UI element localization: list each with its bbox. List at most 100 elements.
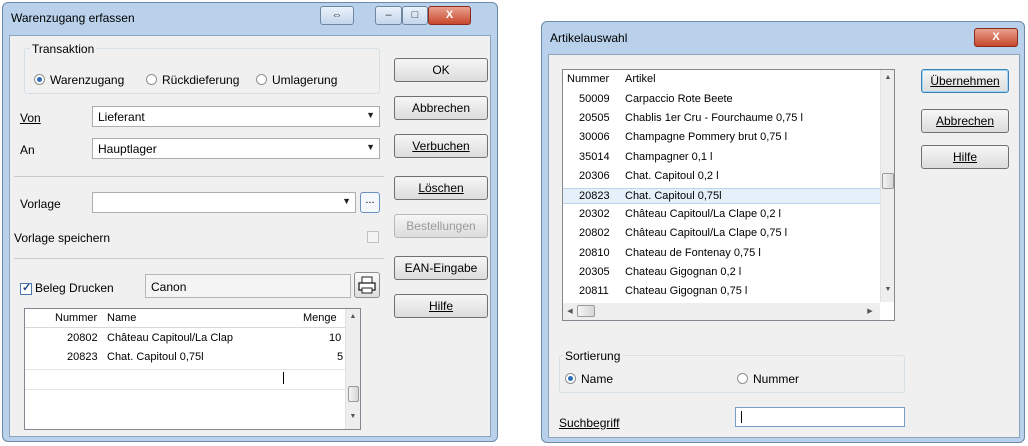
cell-menge: 10 bbox=[329, 332, 342, 344]
loeschen-button[interactable]: Löschen bbox=[394, 176, 488, 200]
scrollbar-thumb[interactable] bbox=[882, 173, 894, 189]
vorlage-dropdown[interactable]: ▼ bbox=[92, 192, 356, 213]
close-button[interactable]: X bbox=[974, 28, 1018, 47]
scroll-down-icon[interactable]: ▼ bbox=[346, 413, 360, 420]
column-header-artikel[interactable]: Artikel bbox=[625, 73, 656, 85]
positions-grid[interactable]: Nummer Name Menge 20802 Château Capitoul… bbox=[24, 308, 361, 430]
scroll-down-icon[interactable]: ▼ bbox=[881, 286, 894, 293]
cell-name: Château Capitoul/La Clap bbox=[107, 332, 233, 344]
title-bar[interactable]: Warenzugang erfassen ⇔ – □ X bbox=[3, 3, 497, 33]
artikelauswahl-window: Artikelauswahl X Nummer Artikel 50009 Car… bbox=[541, 21, 1025, 443]
new-row-divider bbox=[25, 369, 345, 370]
radio-sort-nummer-label[interactable]: Nummer bbox=[753, 372, 799, 386]
list-item[interactable]: 20306 Chat. Capitoul 0,2 l bbox=[563, 169, 880, 185]
chevron-down-icon: ▼ bbox=[366, 110, 375, 120]
column-header-menge[interactable]: Menge bbox=[303, 312, 337, 324]
vorlage-browse-button[interactable]: ... bbox=[360, 192, 380, 213]
cell-nummer: 20306 bbox=[579, 169, 610, 182]
title-bar[interactable]: Artikelauswahl X bbox=[542, 22, 1024, 52]
list-scrollbar-vertical[interactable]: ▲ ▼ bbox=[880, 70, 894, 302]
vorlage-speichern-checkbox[interactable] bbox=[367, 231, 379, 243]
an-label: An bbox=[20, 143, 35, 157]
abbrechen-button[interactable]: Abbrechen bbox=[394, 96, 488, 120]
hilfe-button[interactable]: Hilfe bbox=[394, 294, 488, 318]
close-button[interactable]: X bbox=[428, 6, 471, 25]
an-value: Hauptlager bbox=[98, 142, 157, 156]
cell-nummer: 20810 bbox=[579, 246, 610, 259]
bestellungen-button[interactable]: Bestellungen bbox=[394, 214, 488, 238]
list-item[interactable]: 35014 Champagner 0,1 l bbox=[563, 150, 880, 166]
table-row[interactable]: 20802 Château Capitoul/La Clap 10 bbox=[25, 331, 345, 347]
radio-rueckdieferung[interactable] bbox=[146, 74, 157, 85]
list-item[interactable]: 20302 Château Capitoul/La Clape 0,2 l bbox=[563, 207, 880, 223]
list-item[interactable]: 20802 Château Capitoul/La Clape 0,75 l bbox=[563, 226, 880, 242]
scroll-up-icon[interactable]: ▲ bbox=[346, 313, 360, 320]
chevron-down-icon: ▼ bbox=[366, 142, 375, 152]
cell-nummer: 20802 bbox=[67, 332, 98, 344]
column-header-nummer[interactable]: Nummer bbox=[55, 312, 97, 324]
list-item[interactable]: 20810 Chateau de Fontenay 0,75 l bbox=[563, 246, 880, 262]
suchbegriff-input[interactable] bbox=[735, 407, 905, 427]
verbuchen-button[interactable]: Verbuchen bbox=[394, 134, 488, 158]
chevron-down-icon: ▼ bbox=[342, 196, 351, 206]
uebernehmen-button[interactable]: Übernehmen bbox=[921, 69, 1009, 93]
cell-artikel: Chat. Capitoul 0,75l bbox=[625, 190, 722, 202]
cell-nummer: 20823 bbox=[67, 351, 98, 363]
cell-nummer: 35014 bbox=[579, 150, 610, 163]
radio-sort-name-label[interactable]: Name bbox=[581, 372, 613, 386]
radio-warenzugang-label[interactable]: Warenzugang bbox=[50, 73, 124, 87]
ok-button[interactable]: OK bbox=[394, 58, 488, 82]
cell-name: Chat. Capitoul 0,75l bbox=[107, 351, 204, 363]
cell-artikel: Chateau de Fontenay 0,75 l bbox=[625, 246, 761, 259]
radio-umlagerung-label[interactable]: Umlagerung bbox=[272, 73, 337, 87]
radio-sort-name[interactable] bbox=[565, 373, 576, 384]
maximize-button[interactable]: □ bbox=[402, 6, 428, 25]
list-item[interactable]: 30006 Champagne Pommery brut 0,75 l bbox=[563, 130, 880, 146]
window-title: Warenzugang erfassen bbox=[11, 11, 135, 25]
sortierung-label: Sortierung bbox=[563, 349, 623, 363]
scroll-left-icon[interactable]: ◀ bbox=[563, 307, 577, 315]
radio-sort-nummer[interactable] bbox=[737, 373, 748, 384]
grid-scrollbar[interactable]: ▲ ▼ bbox=[345, 309, 360, 429]
list-item[interactable]: 20505 Chablis 1er Cru - Fourchaume 0,75 l bbox=[563, 111, 880, 127]
artikel-list[interactable]: Nummer Artikel 50009 Carpaccio Rote Beete… bbox=[562, 69, 895, 321]
beleg-drucken-label[interactable]: Beleg Drucken bbox=[35, 281, 114, 295]
printer-button[interactable] bbox=[354, 272, 380, 298]
von-dropdown[interactable]: Lieferant ▼ bbox=[92, 106, 380, 127]
scrollbar-thumb[interactable] bbox=[577, 305, 595, 317]
an-dropdown[interactable]: Hauptlager ▼ bbox=[92, 138, 380, 159]
list-item[interactable]: 20823 Chat. Capitoul 0,75l bbox=[563, 188, 880, 204]
radio-rueckdieferung-label[interactable]: Rückdieferung bbox=[162, 73, 239, 87]
list-scrollbar-horizontal[interactable]: ◀ ▶ bbox=[563, 303, 880, 320]
column-header-name[interactable]: Name bbox=[107, 312, 136, 324]
suchbegriff-label: Suchbegriff bbox=[559, 416, 620, 430]
cell-menge: 5 bbox=[337, 351, 344, 363]
column-header-nummer[interactable]: Nummer bbox=[567, 73, 609, 85]
list-item[interactable]: 20305 Chateau Gigognan 0,2 l bbox=[563, 265, 880, 281]
abbrechen-button[interactable]: Abbrechen bbox=[921, 109, 1009, 133]
scrollbar-thumb[interactable] bbox=[348, 386, 359, 402]
list-item[interactable]: 50009 Carpaccio Rote Beete bbox=[563, 92, 880, 108]
grid-header: Nummer Name Menge bbox=[25, 311, 345, 327]
cell-artikel: Chateau Gigognan 0,75 l bbox=[625, 285, 748, 297]
table-row[interactable]: 20823 Chat. Capitoul 0,75l 5 bbox=[25, 350, 345, 366]
von-label: Von bbox=[20, 111, 41, 125]
printer-icon bbox=[358, 276, 376, 294]
radio-warenzugang[interactable] bbox=[34, 74, 45, 85]
list-item[interactable]: 20811 Chateau Gigognan 0,75 l bbox=[563, 284, 880, 300]
radio-umlagerung[interactable] bbox=[256, 74, 267, 85]
beleg-drucken-checkbox[interactable] bbox=[20, 281, 32, 295]
swap-window-button[interactable]: ⇔ bbox=[320, 6, 354, 25]
cell-artikel: Château Capitoul/La Clape 0,2 l bbox=[625, 208, 781, 221]
ean-eingabe-button[interactable]: EAN-Eingabe bbox=[394, 256, 488, 280]
cell-artikel: Château Capitoul/La Clape 0,75 l bbox=[625, 227, 788, 240]
hilfe-button[interactable]: Hilfe bbox=[921, 145, 1009, 169]
scroll-right-icon[interactable]: ▶ bbox=[863, 307, 877, 315]
vorlage-label: Vorlage bbox=[20, 197, 61, 211]
printer-field: Canon bbox=[145, 274, 351, 298]
minimize-button[interactable]: – bbox=[375, 6, 402, 25]
cell-artikel: Chat. Capitoul 0,2 l bbox=[625, 169, 719, 182]
cell-nummer: 20505 bbox=[579, 112, 610, 125]
scroll-up-icon[interactable]: ▲ bbox=[881, 74, 894, 81]
warenzugang-client: Transaktion Warenzugang Rückdieferung Um… bbox=[9, 35, 491, 437]
